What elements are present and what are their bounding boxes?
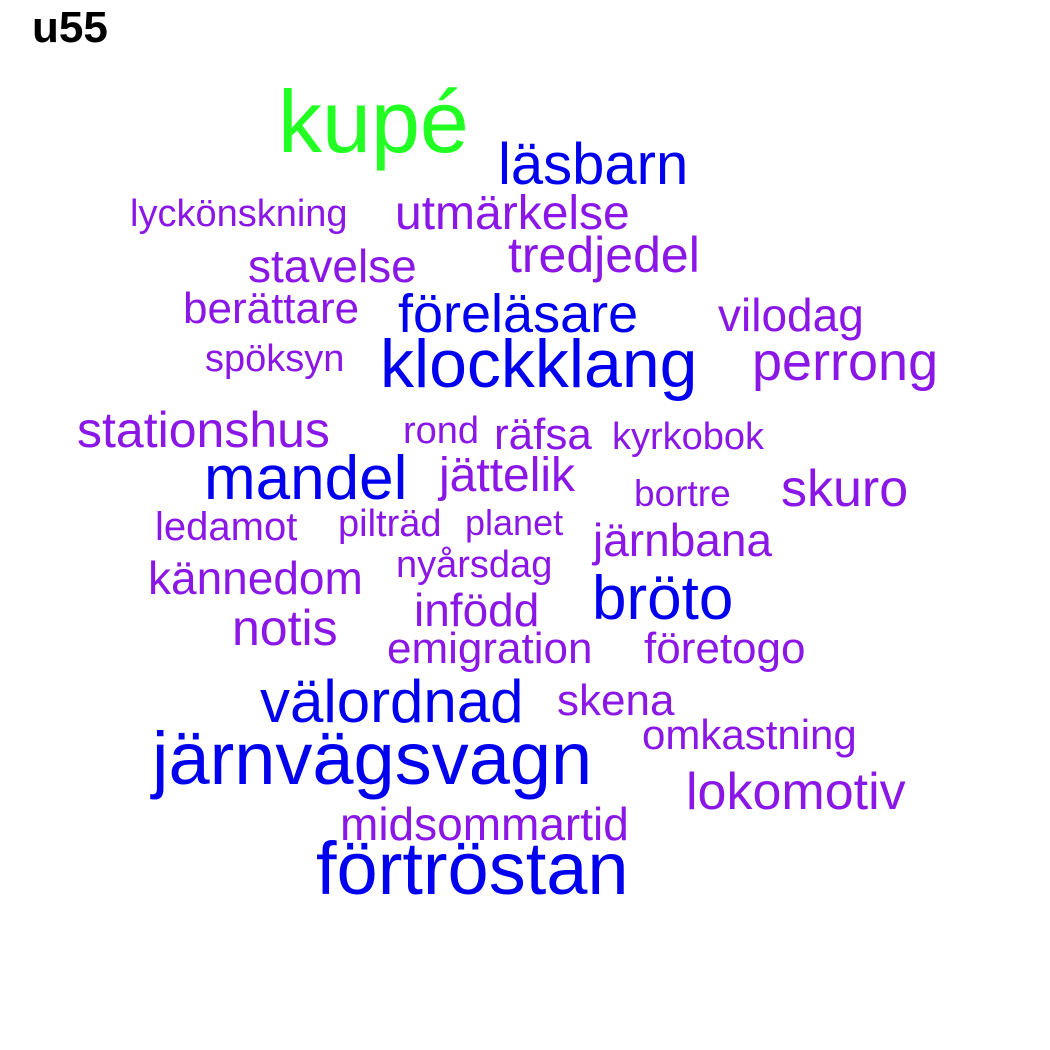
word-lokomotiv: lokomotiv	[686, 763, 906, 821]
word-notis: notis	[232, 600, 338, 656]
word-rond: rond	[403, 410, 480, 452]
word-kannedom: kännedom	[148, 552, 363, 604]
word-klockklang: klockklang	[380, 326, 698, 402]
word-mandel: mandel	[204, 444, 408, 513]
word-perrong: perrong	[752, 332, 939, 392]
word-lasbarn: läsbarn	[498, 132, 689, 197]
word-bortre: bortre	[634, 473, 731, 514]
word-piltrad: pilträd	[338, 503, 442, 545]
word-kyrkobok: kyrkobok	[612, 416, 765, 458]
word-berattare: berättare	[183, 284, 360, 333]
word-fortrostan: förtröstan	[316, 827, 629, 910]
word-foretogo: företogo	[644, 624, 806, 673]
word-stavelse: stavelse	[248, 240, 417, 292]
word-ledamot: ledamot	[155, 505, 298, 549]
word-cloud: kupé läsbarn lyckönskning utmärkelse tredjed…	[0, 0, 1050, 1050]
word-lyckonskning: lyckönskning	[130, 193, 348, 235]
word-planet: planet	[465, 502, 564, 543]
word-emigration: emigration	[387, 624, 593, 673]
word-skuro: skuro	[781, 460, 909, 518]
word-jarnvagsvagn: järnvägsvagn	[152, 717, 593, 800]
word-broto: bröto	[592, 564, 734, 633]
word-kupe: kupé	[278, 72, 469, 171]
word-jarnbana: järnbana	[593, 514, 773, 566]
word-spoksyn: spöksyn	[205, 338, 345, 380]
word-nyarsdag: nyårsdag	[396, 544, 553, 586]
word-tredjedel: tredjedel	[508, 227, 700, 283]
word-jattelik: jättelik	[439, 449, 576, 502]
word-omkastning: omkastning	[642, 711, 857, 758]
